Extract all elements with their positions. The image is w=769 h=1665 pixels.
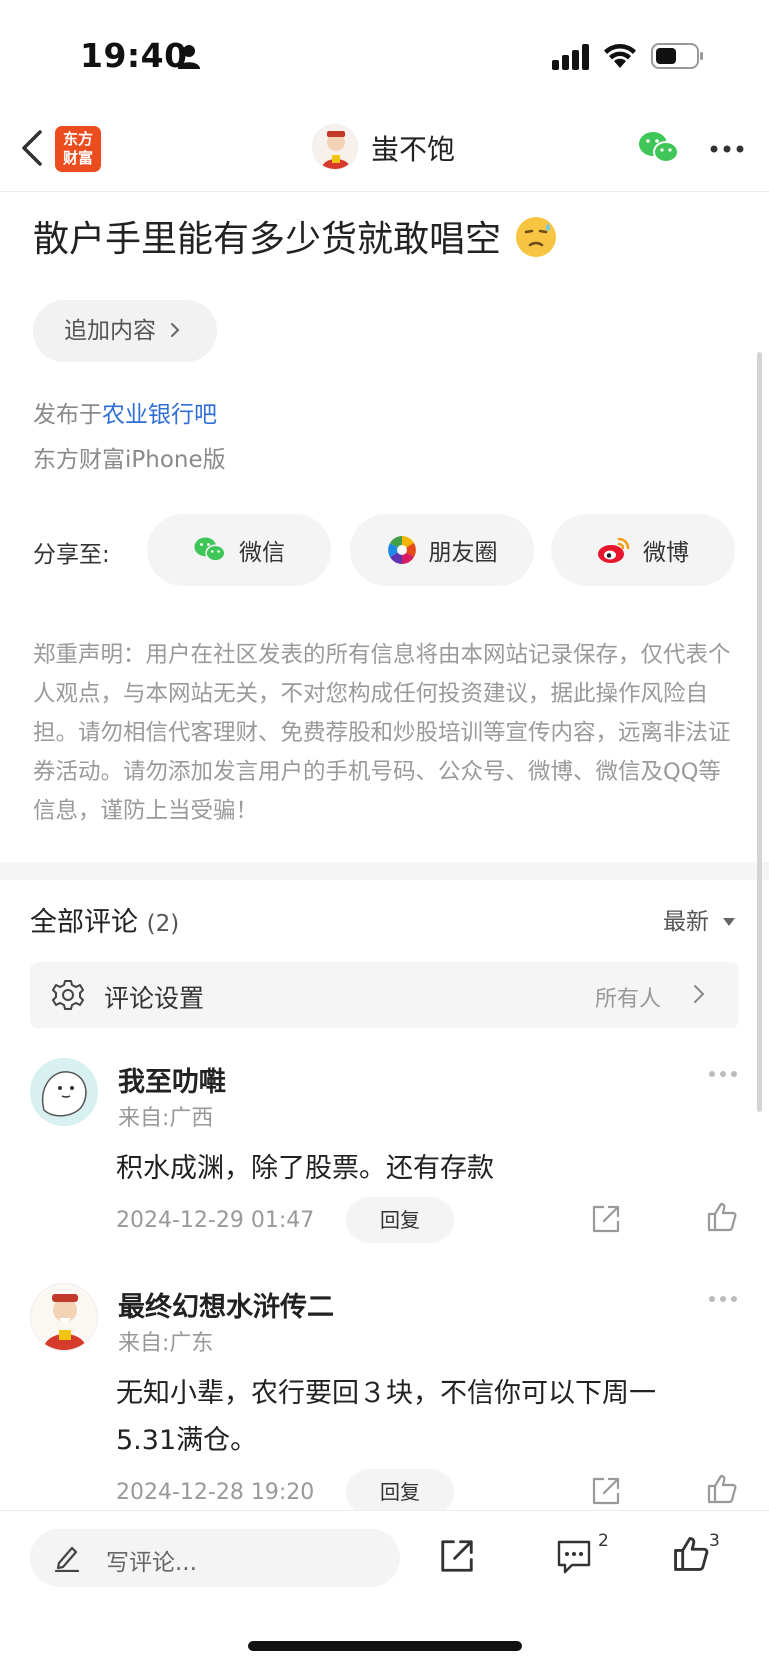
comment-author[interactable]: 我至叻嚡 <box>118 1060 226 1099</box>
share-wechat-button[interactable]: 微信 <box>147 514 331 586</box>
like-count-badge: 3 <box>709 1531 720 1551</box>
nav-bar: 东方 财富 蚩不饱 <box>0 110 769 192</box>
comment-settings-bar[interactable]: 评论设置 所有人 <box>30 962 739 1028</box>
wifi-icon <box>604 44 636 68</box>
battery-icon <box>651 43 703 69</box>
section-divider <box>0 862 769 880</box>
published-prefix: 发布于 <box>33 402 102 428</box>
share-moments-label: 朋友圈 <box>428 540 498 566</box>
comment-bubble-icon[interactable] <box>556 1539 592 1575</box>
append-content-label: 追加内容 <box>64 318 156 344</box>
wechat-icon[interactable] <box>638 130 680 166</box>
thumbs-up-icon[interactable] <box>706 1201 738 1233</box>
client-source: 东方财富iPhone版 <box>33 447 226 473</box>
disclaimer-text: 郑重声明：用户在社区发表的所有信息将由本网站记录保存，仅代表个人观点，与本网站无… <box>33 642 731 824</box>
forum-name[interactable]: 蚩不饱 <box>371 128 455 168</box>
logo-text-bottom: 财富 <box>62 149 93 167</box>
share-icon[interactable] <box>590 1203 622 1235</box>
write-comment-input[interactable]: 写评论... <box>30 1529 400 1587</box>
published-in: 发布于农业银行吧 <box>33 395 217 429</box>
sort-label: 最新 <box>663 909 709 935</box>
comment-text: 无知小辈，农行要回３块，不信你可以下周一5.31满仓。 <box>116 1378 656 1456</box>
comment-location: 来自:广西 <box>118 1106 214 1131</box>
comment-settings-label: 评论设置 <box>104 984 205 1013</box>
post-title: 散户手里能有多少货就敢唱空 <box>33 210 557 262</box>
sort-dropdown[interactable]: 最新 <box>663 902 736 936</box>
back-arrow-icon[interactable] <box>18 128 46 168</box>
home-indicator[interactable] <box>248 1641 522 1651</box>
share-label: 分享至: <box>33 542 110 568</box>
forum-link[interactable]: 农业银行吧 <box>102 402 217 428</box>
comment-date: 2024-12-29 01:47 <box>116 1208 315 1233</box>
thumbs-up-icon[interactable] <box>672 1535 710 1573</box>
comment-author[interactable]: 最终幻想水浒传二 <box>118 1285 334 1324</box>
chevron-right-icon <box>694 985 705 1003</box>
forum-avatar[interactable] <box>312 124 358 170</box>
post-title-text: 散户手里能有多少货就敢唱空 <box>33 219 502 260</box>
avatar[interactable] <box>30 1058 98 1126</box>
append-content-button[interactable]: 追加内容 <box>33 300 217 362</box>
more-options-icon[interactable] <box>708 1070 738 1078</box>
share-icon[interactable] <box>438 1537 476 1575</box>
share-wechat-label: 微信 <box>239 540 285 566</box>
share-weibo-label: 微博 <box>643 540 689 566</box>
comment-settings-value: 所有人 <box>595 987 662 1012</box>
wechat-icon <box>194 537 226 562</box>
status-time: 19:40 <box>80 36 188 75</box>
app-logo[interactable]: 东方 财富 <box>55 126 101 172</box>
pencil-icon <box>54 1546 80 1572</box>
share-weibo-button[interactable]: 微博 <box>551 514 735 586</box>
sweat-emoji-icon <box>516 217 557 257</box>
more-options-icon[interactable] <box>710 144 744 154</box>
fortune-god-icon <box>31 1284 97 1350</box>
moments-icon <box>387 536 416 564</box>
thumbs-up-icon[interactable] <box>706 1473 738 1505</box>
caret-down-icon <box>723 918 736 926</box>
cellular-signal-icon <box>552 44 589 70</box>
fortune-god-icon <box>321 131 351 169</box>
share-icon[interactable] <box>590 1475 622 1507</box>
reply-button[interactable]: 回复 <box>346 1197 454 1243</box>
write-comment-placeholder: 写评论... <box>106 1550 197 1576</box>
comment-text: 积水成渊，除了股票。还有存款 <box>116 1153 494 1184</box>
logo-text-top: 东方 <box>62 130 93 148</box>
avatar[interactable] <box>30 1283 98 1351</box>
comment-location: 来自:广东 <box>118 1331 214 1356</box>
weibo-icon <box>598 537 630 563</box>
person-icon <box>178 45 200 69</box>
comment-date: 2024-12-28 19:20 <box>116 1480 315 1505</box>
comments-header: 全部评论 (2) <box>30 900 179 939</box>
scrollbar[interactable] <box>757 352 762 1112</box>
comment-count-badge: 2 <box>598 1531 609 1551</box>
share-moments-button[interactable]: 朋友圈 <box>350 514 534 586</box>
cartoon-avatar-icon <box>30 1058 98 1126</box>
more-options-icon[interactable] <box>708 1295 738 1303</box>
reply-button[interactable]: 回复 <box>346 1469 454 1515</box>
chevron-right-icon <box>170 300 180 362</box>
status-bar: 19:40 <box>0 0 769 110</box>
gear-icon <box>52 980 84 1010</box>
bottom-action-bar: 写评论... 2 3 <box>0 1510 769 1665</box>
comments-title: 全部评论 <box>30 907 138 938</box>
comments-count: (2) <box>146 911 180 937</box>
